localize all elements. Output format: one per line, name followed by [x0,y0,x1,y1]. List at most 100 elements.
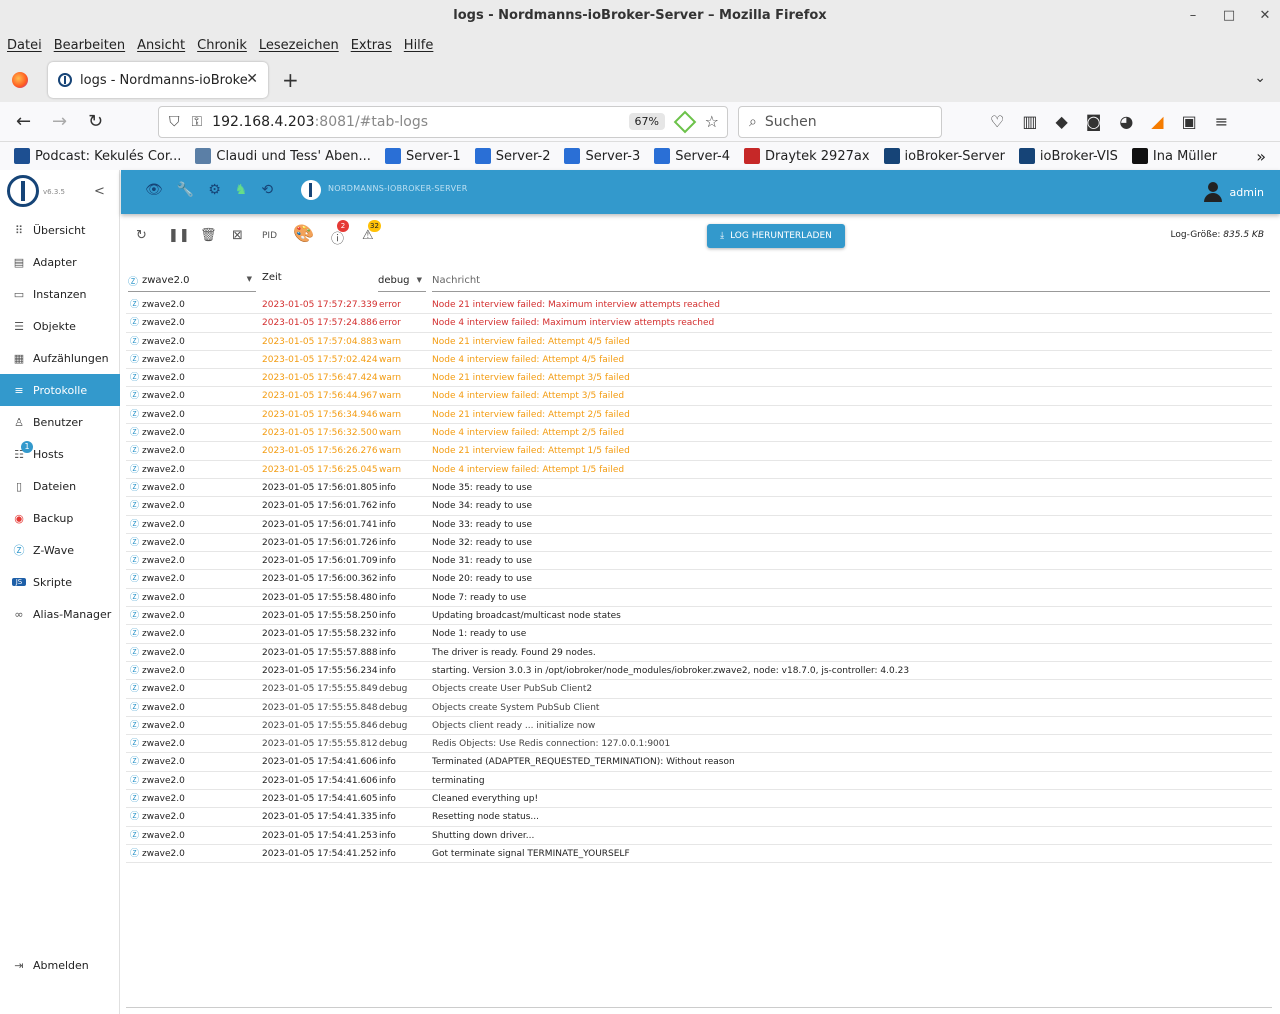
extension-camera-icon[interactable]: ◙ [1086,112,1102,131]
sidebar-item-objekte[interactable]: ☰ Objekte [0,310,120,342]
bookmark-item[interactable]: Server-1 [384,148,461,164]
new-tab-icon[interactable]: + [282,68,299,92]
bookmark-item[interactable]: Draytek 2927ax [744,148,870,164]
extension-orange-icon[interactable]: ◢ [1151,112,1163,131]
extension-shield-icon[interactable]: ◆ [1055,112,1067,131]
extension-chart-icon[interactable]: ◕ [1119,112,1133,131]
warning-count-badge: 32 [368,220,381,232]
bookmark-item[interactable]: Server-3 [564,148,640,164]
zwave-icon: Ⓩ [130,354,140,365]
download-icon: ⤓ [720,231,725,241]
insecure-lock-icon[interactable]: ⚿ [192,114,203,130]
sidebar-item-alias-manager[interactable]: ∞ Alias-Manager [0,598,120,630]
expert-mode-icon[interactable]: ♞ [235,182,248,198]
eye-icon[interactable]: 👁 [145,182,163,198]
sidebar-item-adapter[interactable]: ▤ Adapter [0,246,120,278]
zoom-level[interactable]: 67% [628,113,665,130]
bookmark-item[interactable]: Server-4 [654,148,730,164]
menu-item-5[interactable]: Extras [351,38,392,53]
log-level: info [379,629,396,640]
sidebar-item-protokolle[interactable]: ≡ Protokolle [0,374,120,406]
nodejs-icon[interactable] [673,110,697,134]
pause-icon[interactable]: ❚❚ [168,228,190,243]
pid-toggle[interactable]: PID [262,231,277,241]
delete-icon[interactable]: 🗑 [200,228,217,243]
menu-item-4[interactable]: Lesezeichen [259,38,339,53]
sidebar-item-label: Hosts [33,447,64,461]
collapse-sidebar-icon[interactable]: < [94,184,105,199]
sidebar-item-aufz-hlungen[interactable]: ▦ Aufzählungen [0,342,120,374]
user-menu[interactable]: admin [1203,182,1264,202]
reload-log-icon[interactable]: ↻ [136,228,147,243]
shield-icon[interactable]: ⛉ [169,114,180,130]
bookmarks-overflow-icon[interactable]: » [1256,147,1266,166]
pocket-icon[interactable]: ♡ [990,112,1004,131]
wrench-icon[interactable]: 🔧 [177,182,194,198]
close-tab-icon[interactable]: ✕ [246,71,258,87]
delete-all-icon[interactable]: ⊠ [232,228,243,243]
devtools-icon[interactable]: ▣ [1182,112,1197,131]
menu-item-6[interactable]: Hilfe [404,38,434,53]
back-icon[interactable]: ← [16,111,31,132]
reload-icon[interactable]: ↻ [88,111,103,132]
bookmark-item[interactable]: Claudi und Tess' Aben... [195,148,371,164]
source-filter-value: zwave2.0 [142,275,190,286]
log-row: Ⓩzwave2.0 2023-01-05 17:55:56.234 info star… [126,662,1272,681]
menu-item-1[interactable]: Bearbeiten [54,38,125,53]
log-level: error [379,318,401,329]
menu-item-2[interactable]: Ansicht [137,38,185,53]
forward-icon[interactable]: → [52,111,67,132]
maximize-icon[interactable]: □ [1222,0,1236,32]
sidebar-item-skripte[interactable]: JS Skripte [0,566,120,598]
browser-tab-logs[interactable]: logs - Nordmanns-ioBroker-Server ✕ [48,62,268,98]
sidebar-item-label: Benutzer [33,415,83,429]
error-filter-icon[interactable]: ⓘ 2 [331,220,349,247]
firefox-icon[interactable] [12,72,28,88]
url-bar[interactable]: ⛉ ⚿ 192.168.4.203:8081/#tab-logs 67% ☆ [158,106,728,138]
log-time: 2023-01-05 17:56:01.726 [262,537,378,548]
log-source-text: zwave2.0 [142,611,185,622]
log-time: 2023-01-05 17:56:01.762 [262,501,378,512]
sidebar-item-instanzen[interactable]: ▭ Instanzen [0,278,120,310]
log-time: 2023-01-05 17:55:58.232 [262,629,378,640]
menu-item-3[interactable]: Chronik [197,38,247,53]
navigation-bar: ← → ↻ ⛉ ⚿ 192.168.4.203:8081/#tab-logs 6… [0,102,1280,142]
sidebar-item-dateien[interactable]: ▯ Dateien [0,470,120,502]
refresh-cycle-icon[interactable]: ⟲ [261,182,273,198]
sidebar-item-hosts[interactable]: ☷ Hosts 1 [0,438,120,470]
cpu-icon[interactable]: ⚙ [208,182,221,198]
warning-filter-icon[interactable]: ⚠ 32 [362,220,381,243]
sidebar-icon: ∞ [14,607,24,621]
log-source-text: zwave2.0 [142,739,185,750]
sidebar-item-benutzer[interactable]: ♙ Benutzer [0,406,120,438]
log-message: Node 31: ready to use [432,556,532,567]
zwave-icon: Ⓩ [130,611,140,622]
bookmark-item[interactable]: Server-2 [474,148,550,164]
bookmark-item[interactable]: ioBroker-VIS [1018,148,1118,164]
minimize-icon[interactable]: – [1186,0,1200,32]
hamburger-menu-icon[interactable]: ≡ [1215,112,1228,131]
message-filter-input[interactable]: Nachricht [432,270,1270,292]
menu-item-0[interactable]: Datei [7,38,42,53]
sidebar-item--bersicht[interactable]: ⠿ Übersicht [0,214,120,246]
search-input[interactable]: ⌕ Suchen [738,106,942,138]
palette-icon[interactable]: 🎨 [293,224,314,244]
bookmark-label: ioBroker-VIS [1039,148,1118,164]
reader-view-icon[interactable]: ▥ [1022,112,1037,131]
download-log-button[interactable]: ⤓ LOG HERUNTERLADEN [707,224,845,248]
log-source-text: zwave2.0 [142,318,185,329]
url-text[interactable]: 192.168.4.203:8081/#tab-logs [212,114,428,130]
log-source-text: zwave2.0 [142,409,185,420]
tab-list-chevron-icon[interactable]: ⌄ [1254,70,1266,86]
bookmark-label: Claudi und Tess' Aben... [216,148,371,164]
bookmark-item[interactable]: Podcast: Kekulés Cor... [14,148,181,164]
level-filter-select[interactable]: debug ▼ [378,270,426,292]
bookmark-item[interactable]: Ina Müller [1131,148,1217,164]
close-window-icon[interactable]: ✕ [1258,0,1272,32]
source-filter-select[interactable]: Ⓩ zwave2.0 ▼ [128,270,256,292]
sidebar-item-logout[interactable]: ⇥ Abmelden [0,949,120,981]
sidebar-item-z-wave[interactable]: Ⓩ Z-Wave [0,534,120,566]
bookmark-star-icon[interactable]: ☆ [705,112,719,131]
bookmark-item[interactable]: ioBroker-Server [883,148,1005,164]
sidebar-item-backup[interactable]: ◉ Backup [0,502,120,534]
